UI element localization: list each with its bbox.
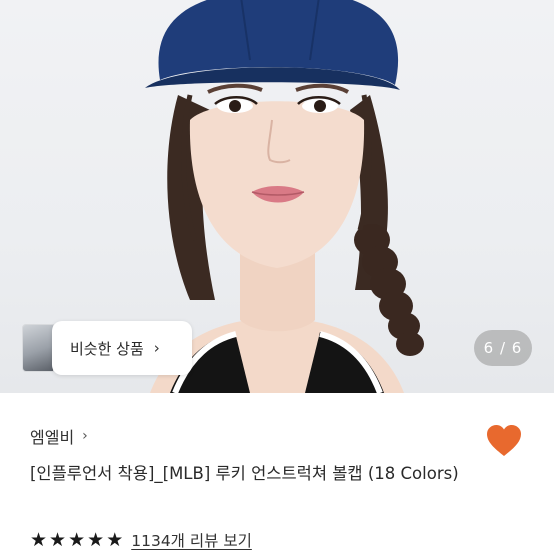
star-icon: ★ <box>30 528 48 551</box>
product-title: [인플루언서 착용]_[MLB] 루키 언스트럭쳐 볼캡 (18 Colors) <box>30 464 459 483</box>
similar-products-button[interactable]: 비슷한 상품 › <box>52 321 192 375</box>
chevron-right-icon: › <box>82 428 88 444</box>
star-icon: ★ <box>68 528 86 551</box>
shop-name: 엠엘비 <box>30 428 75 447</box>
review-link[interactable]: 1134개 리뷰 보기 <box>131 529 252 551</box>
chevron-right-icon: › <box>153 339 160 357</box>
shop-link[interactable]: 엠엘비 › <box>30 424 88 448</box>
star-icon: ★ <box>49 528 67 551</box>
heart-icon <box>487 425 521 456</box>
star-icon: ★ <box>87 528 105 551</box>
similar-products-control[interactable]: 비슷한 상품 › <box>22 321 192 375</box>
similar-products-label: 비슷한 상품 <box>70 339 144 358</box>
rating-row: ★ ★ ★ ★ ★ 1134개 리뷰 보기 <box>30 527 252 553</box>
wishlist-button[interactable] <box>486 424 522 458</box>
product-image-carousel[interactable]: 비슷한 상품 › 6 / 6 <box>0 0 554 393</box>
star-rating: ★ ★ ★ ★ ★ <box>30 528 124 551</box>
image-counter: 6 / 6 <box>474 330 532 366</box>
star-icon: ★ <box>106 528 124 551</box>
similar-product-thumbnail[interactable] <box>22 324 54 372</box>
